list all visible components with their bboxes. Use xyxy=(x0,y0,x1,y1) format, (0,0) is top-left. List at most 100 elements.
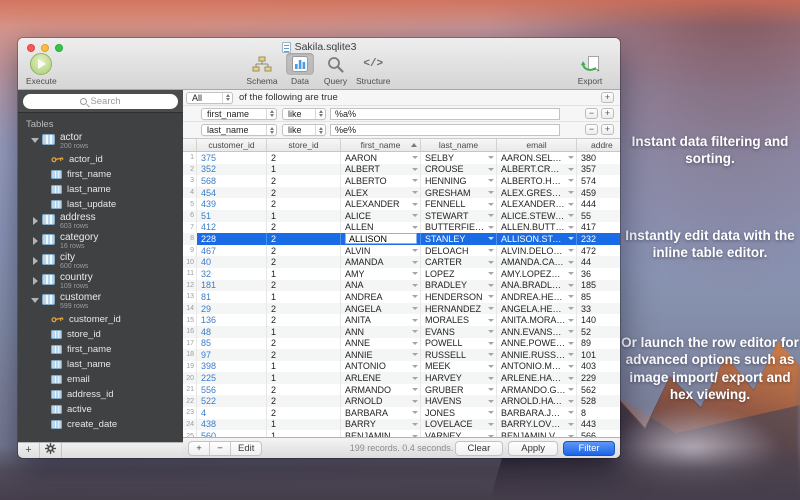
column-header-first-name[interactable]: first_name xyxy=(341,139,421,151)
cell-last-name[interactable]: STEWART xyxy=(421,209,497,222)
add-filter-button[interactable]: + xyxy=(601,92,614,103)
cell-dropdown-icon[interactable] xyxy=(412,330,418,334)
cell-store-id[interactable]: 1 xyxy=(267,209,341,222)
cell-first-name[interactable]: ANGELA xyxy=(341,302,421,315)
cell-email[interactable]: ARNOLD.HAVE… xyxy=(497,395,577,408)
cell-email[interactable]: ANNE.POWELL… xyxy=(497,337,577,350)
chevron-right-icon[interactable] xyxy=(33,237,38,245)
cell-first-name[interactable]: BARBARA xyxy=(341,407,421,419)
cell-dropdown-icon[interactable] xyxy=(412,318,418,322)
cell-dropdown-icon[interactable] xyxy=(488,202,494,206)
cell-address-id[interactable]: 566 xyxy=(577,430,620,437)
column-header-store-id[interactable]: store_id xyxy=(267,139,341,151)
add-rule-button[interactable]: + xyxy=(601,124,614,135)
cell-first-name[interactable]: ANN xyxy=(341,325,421,338)
cell-dropdown-icon[interactable] xyxy=(568,307,574,311)
field-popup[interactable]: last_name xyxy=(201,124,277,136)
cell-dropdown-icon[interactable] xyxy=(568,295,574,299)
cell-dropdown-icon[interactable] xyxy=(568,202,574,206)
cell-last-name[interactable]: JONES xyxy=(421,407,497,419)
cell-first-name[interactable]: ALBERTO xyxy=(341,175,421,187)
cell-dropdown-icon[interactable] xyxy=(412,167,418,171)
add-row-button[interactable]: + xyxy=(189,441,210,455)
cell-address-id[interactable]: 357 xyxy=(577,164,620,176)
filter-value-input[interactable]: %a% xyxy=(330,107,560,120)
cell-first-name-editing[interactable]: ALLISON xyxy=(341,233,421,245)
table-row[interactable]: 16481ANNEVANSANN.EVANS@s…52 xyxy=(183,325,620,338)
sidebar-settings-button[interactable] xyxy=(40,443,62,458)
cell-dropdown-icon[interactable] xyxy=(568,272,574,276)
cell-email[interactable]: ALEXANDER.FE… xyxy=(497,198,577,210)
match-popup[interactable]: All xyxy=(186,91,233,104)
table-row[interactable]: 151362ANITAMORALESANITA.MORALE…140 xyxy=(183,314,620,326)
cell-last-name[interactable]: FENNELL xyxy=(421,198,497,210)
cell-last-name[interactable]: BRADLEY xyxy=(421,279,497,292)
operator-popup[interactable]: like xyxy=(282,124,326,136)
sidebar-table-country[interactable]: country 109 rows xyxy=(18,272,183,292)
cell-address-id[interactable]: 444 xyxy=(577,198,620,210)
sidebar-table-category[interactable]: category 16 rows xyxy=(18,232,183,252)
cell-address-id[interactable]: 85 xyxy=(577,291,620,303)
cell-first-name[interactable]: ANDREA xyxy=(341,291,421,303)
edit-row-button[interactable]: Edit xyxy=(231,442,261,455)
cell-dropdown-icon[interactable] xyxy=(412,260,418,264)
column-header-email[interactable]: email xyxy=(497,139,577,151)
cell-store-id[interactable]: 2 xyxy=(267,186,341,199)
cell-customer-id[interactable]: 522 xyxy=(197,395,267,408)
cell-dropdown-icon[interactable] xyxy=(488,156,494,160)
cell-last-name[interactable]: POWELL xyxy=(421,337,497,350)
cell-last-name[interactable]: DELOACH xyxy=(421,244,497,257)
chevron-right-icon[interactable] xyxy=(33,257,38,265)
cell-store-id[interactable]: 1 xyxy=(267,291,341,303)
cell-customer-id[interactable]: 568 xyxy=(197,175,267,187)
cell-dropdown-icon[interactable] xyxy=(568,353,574,357)
cell-dropdown-icon[interactable] xyxy=(488,214,494,218)
apply-button[interactable]: Apply xyxy=(508,440,558,456)
cell-email[interactable]: AMANDA.CART… xyxy=(497,256,577,268)
sidebar-column-customer_id[interactable]: customer_id xyxy=(18,312,183,327)
cell-dropdown-icon[interactable] xyxy=(488,249,494,253)
cell-dropdown-icon[interactable] xyxy=(488,167,494,171)
cell-last-name[interactable]: HERNANDEZ xyxy=(421,302,497,315)
cell-dropdown-icon[interactable] xyxy=(488,330,494,334)
cell-dropdown-icon[interactable] xyxy=(412,341,418,345)
cell-store-id[interactable]: 2 xyxy=(267,314,341,326)
cell-address-id[interactable]: 380 xyxy=(577,152,620,164)
sidebar-table-address[interactable]: address 603 rows xyxy=(18,212,183,232)
cell-email[interactable]: ANA.BRADLEY… xyxy=(497,279,577,292)
cell-email[interactable]: BARRY.LOVELA… xyxy=(497,418,577,431)
sidebar-column-first_name[interactable]: first_name xyxy=(18,342,183,357)
cell-last-name[interactable]: GRESHAM xyxy=(421,186,497,199)
cell-dropdown-icon[interactable] xyxy=(412,422,418,426)
cell-first-name[interactable]: ANTONIO xyxy=(341,360,421,373)
table-row[interactable]: 94672ALVINDELOACHALVIN.DELOAC…472 xyxy=(183,244,620,257)
cell-last-name[interactable]: LOPEZ xyxy=(421,267,497,280)
cell-first-name[interactable]: ANITA xyxy=(341,314,421,326)
table-row[interactable]: 44542ALEXGRESHAMALEX.GRESHA…459 xyxy=(183,186,620,199)
table-row[interactable]: 6511ALICESTEWARTALICE.STEWAR…55 xyxy=(183,209,620,222)
cell-dropdown-icon[interactable] xyxy=(568,376,574,380)
cell-dropdown-icon[interactable] xyxy=(412,283,418,287)
cell-store-id[interactable]: 2 xyxy=(267,383,341,396)
cell-store-id[interactable]: 2 xyxy=(267,256,341,268)
cell-email[interactable]: ALLEN.BUTTER… xyxy=(497,221,577,234)
table-row[interactable]: 18972ANNIERUSSELLANNIE.RUSSEL…101 xyxy=(183,349,620,361)
cell-last-name[interactable]: LOVELACE xyxy=(421,418,497,431)
cell-dropdown-icon[interactable] xyxy=(568,179,574,183)
cell-dropdown-icon[interactable] xyxy=(568,318,574,322)
cell-first-name[interactable]: ARLENE xyxy=(341,372,421,384)
cell-email[interactable]: ALBERTO.HEN… xyxy=(497,175,577,187)
cell-first-name[interactable]: AMY xyxy=(341,267,421,280)
cell-last-name[interactable]: STANLEY xyxy=(421,233,497,245)
operator-popup[interactable]: like xyxy=(282,107,326,120)
cell-store-id[interactable]: 2 xyxy=(267,152,341,164)
cell-customer-id[interactable]: 97 xyxy=(197,349,267,361)
cell-store-id[interactable]: 2 xyxy=(267,302,341,315)
cell-address-id[interactable]: 44 xyxy=(577,256,620,268)
cell-address-id[interactable]: 55 xyxy=(577,210,620,222)
cell-dropdown-icon[interactable] xyxy=(488,307,494,311)
cell-email[interactable]: ARMANDO.GR… xyxy=(497,383,577,396)
cell-customer-id[interactable]: 560 xyxy=(197,430,267,437)
cell-last-name[interactable]: HENDERSON xyxy=(421,291,497,303)
sidebar-column-address_id[interactable]: address_id xyxy=(18,387,183,402)
